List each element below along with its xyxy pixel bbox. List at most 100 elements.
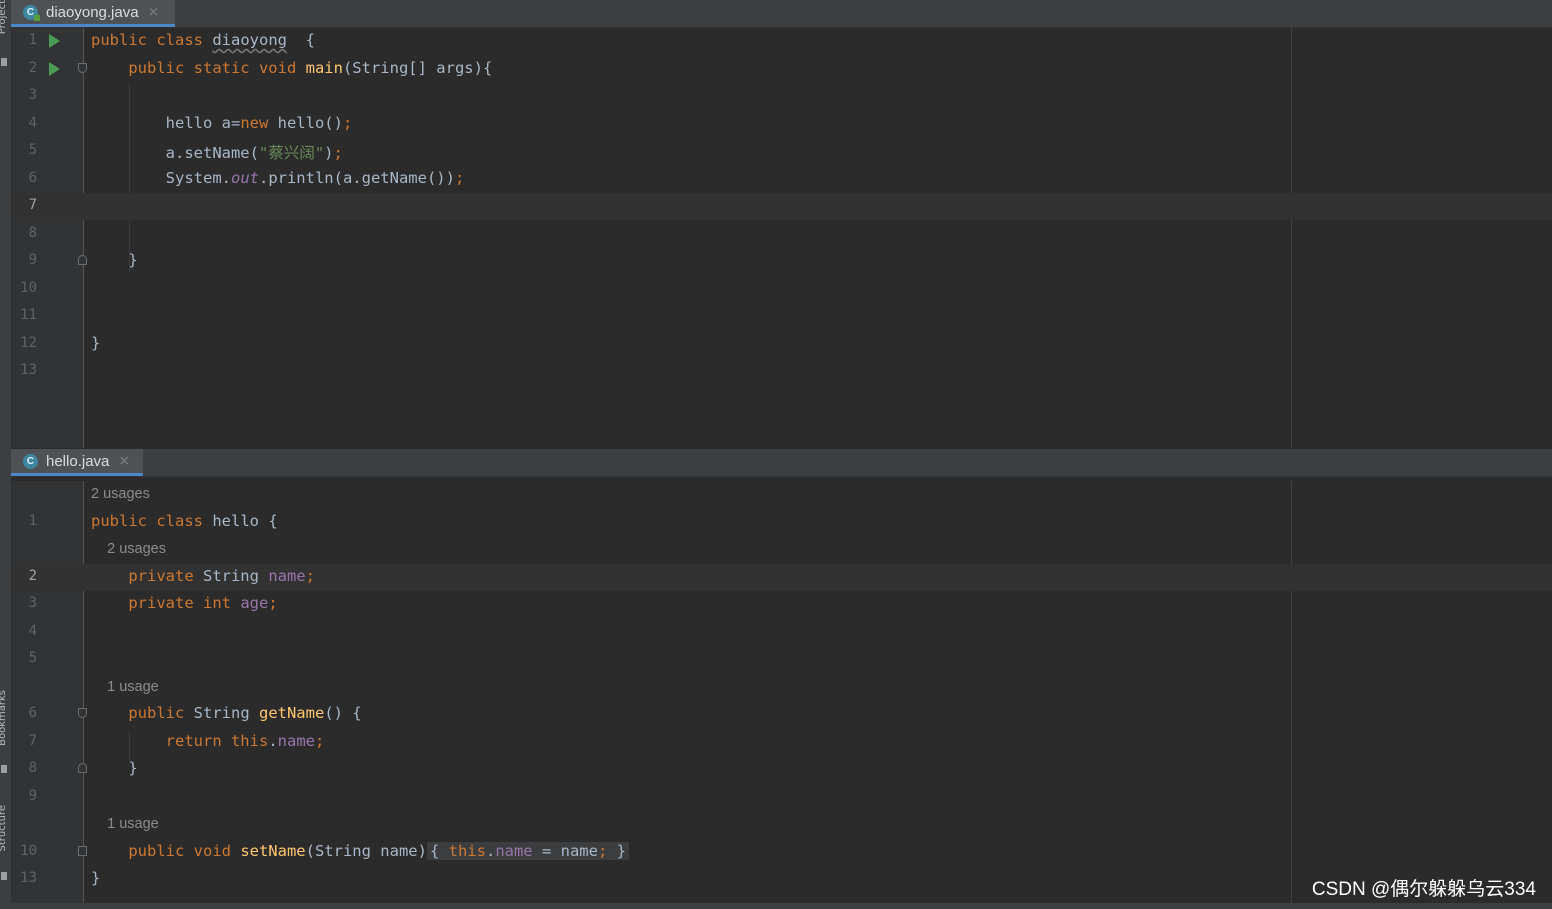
- code-token: private: [128, 566, 203, 585]
- line-number: 5: [28, 650, 37, 666]
- code-line[interactable]: 2 private String name;: [11, 563, 1552, 591]
- usage-hint-line[interactable]: 2 usages: [11, 481, 1552, 508]
- line-number: 13: [20, 870, 37, 886]
- code-token: diaoyong: [212, 31, 287, 49]
- code-token: hello(): [277, 113, 343, 132]
- code-line[interactable]: 4: [11, 619, 1552, 646]
- usage-hint-line[interactable]: 1 usage: [11, 674, 1552, 701]
- code-line[interactable]: 3: [11, 83, 1552, 110]
- fold-marker-icon[interactable]: [78, 62, 87, 73]
- run-icon[interactable]: [49, 61, 60, 76]
- code-token: getName: [258, 704, 325, 722]
- code-line[interactable]: 10 public void setName(String name){ thi…: [11, 839, 1552, 866]
- code-line[interactable]: 6 public String getName() {: [11, 701, 1552, 728]
- code-token: a.setName(: [91, 144, 259, 162]
- line-number: 1: [28, 512, 37, 529]
- code-text: private int age;: [91, 594, 278, 612]
- code-token: }: [91, 333, 101, 352]
- code-token: setName: [240, 841, 306, 860]
- usages-hint[interactable]: 1 usage: [91, 679, 159, 695]
- code-text: private String name;: [91, 567, 315, 585]
- tab-diaoyong-java[interactable]: C diaoyong.java ×: [11, 0, 175, 27]
- code-editor[interactable]: 1 public class diaoyong {2 public static …: [11, 28, 1552, 448]
- line-number: 10: [20, 842, 37, 859]
- code-line[interactable]: 4 hello a=new hello();: [11, 111, 1552, 138]
- code-line[interactable]: 2 public static void main(String[] args)…: [11, 56, 1552, 83]
- java-class-icon: C: [23, 453, 38, 469]
- code-line[interactable]: 6 System.out.println(a.getName());: [11, 166, 1552, 193]
- fold-marker-icon[interactable]: [78, 255, 87, 265]
- fold-marker-icon[interactable]: [78, 708, 87, 718]
- bookmarks-tool-icon[interactable]: [1, 765, 7, 773]
- code-text: a.setName("蔡兴阔");: [91, 141, 343, 163]
- code-line[interactable]: 5: [11, 646, 1552, 673]
- structure-tool-label[interactable]: Structure: [0, 805, 8, 852]
- code-line[interactable]: 8 }: [11, 756, 1552, 783]
- line-number: 1: [28, 32, 37, 48]
- code-token: out: [230, 168, 259, 187]
- line-number: 7: [28, 197, 37, 213]
- code-line[interactable]: 3 private int age;: [11, 591, 1552, 618]
- code-line[interactable]: 5 a.setName("蔡兴阔");: [11, 138, 1552, 165]
- code-text: }: [91, 251, 137, 269]
- line-number: 9: [28, 252, 37, 268]
- line-number: 12: [20, 334, 37, 351]
- usage-hint-line[interactable]: 1 usage: [11, 811, 1552, 838]
- code-line[interactable]: 7 return this.name;: [11, 729, 1552, 756]
- run-icon[interactable]: [49, 34, 60, 48]
- usage-hint-line[interactable]: 2 usages: [11, 536, 1552, 563]
- code-token: .: [268, 731, 278, 750]
- code-token: System.: [91, 168, 231, 187]
- code-line[interactable]: 10: [11, 276, 1552, 303]
- bookmarks-tool-label[interactable]: Bookmarks: [0, 690, 8, 746]
- code-token: main: [305, 58, 343, 77]
- project-tool-icon[interactable]: [1, 58, 7, 66]
- code-token: ;: [268, 594, 278, 612]
- code-text: hello a=new hello();: [91, 113, 353, 132]
- status-strip: [0, 903, 1552, 909]
- code-line[interactable]: 13: [11, 358, 1552, 385]
- structure-tool-icon[interactable]: [1, 872, 7, 880]
- line-number: 8: [28, 224, 37, 241]
- editor-pane-hello: C hello.java × 2 usages 1 public class hel…: [11, 449, 1552, 909]
- code-text: return this.name;: [91, 731, 325, 750]
- code-token: public void: [128, 841, 241, 860]
- code-line[interactable]: 1 public class diaoyong {: [11, 28, 1552, 55]
- folded-region[interactable]: { this.name = name; }: [426, 841, 629, 860]
- code-token: public static void: [128, 58, 306, 77]
- line-number: 9: [28, 787, 37, 804]
- line-number: 2: [28, 59, 37, 76]
- code-line[interactable]: 1 public class hello {: [11, 509, 1552, 536]
- usages-hint[interactable]: 1 usage: [91, 816, 159, 832]
- code-line[interactable]: 7: [11, 193, 1552, 220]
- code-line[interactable]: 9 }: [11, 248, 1552, 275]
- close-icon[interactable]: ×: [118, 453, 130, 469]
- code-token: private int: [128, 594, 241, 612]
- close-icon[interactable]: ×: [148, 4, 160, 20]
- code-text: public static void main(String[] args){: [91, 59, 492, 77]
- tab-hello-java[interactable]: C hello.java ×: [11, 449, 143, 476]
- line-number: 13: [20, 362, 37, 378]
- project-tool-label[interactable]: Project: [0, 0, 8, 34]
- fold-marker-icon[interactable]: [78, 845, 87, 856]
- code-text: }: [91, 869, 100, 887]
- code-token: ;: [454, 168, 465, 187]
- code-line[interactable]: 8: [11, 221, 1552, 248]
- code-editor[interactable]: 2 usages 1 public class hello { 2 usages 2 …: [11, 481, 1552, 909]
- code-token: {: [286, 31, 315, 49]
- code-token: }: [91, 759, 138, 777]
- usages-hint[interactable]: 2 usages: [91, 486, 150, 502]
- usages-hint[interactable]: 2 usages: [91, 541, 166, 557]
- line-number: 6: [28, 705, 37, 721]
- code-text: }: [91, 334, 100, 352]
- code-text: public String getName() {: [91, 704, 361, 722]
- code-line[interactable]: 12}: [11, 331, 1552, 358]
- fold-marker-icon[interactable]: [78, 763, 87, 773]
- line-number: 4: [28, 622, 37, 639]
- code-line[interactable]: 9: [11, 784, 1552, 811]
- code-line[interactable]: 11: [11, 303, 1552, 330]
